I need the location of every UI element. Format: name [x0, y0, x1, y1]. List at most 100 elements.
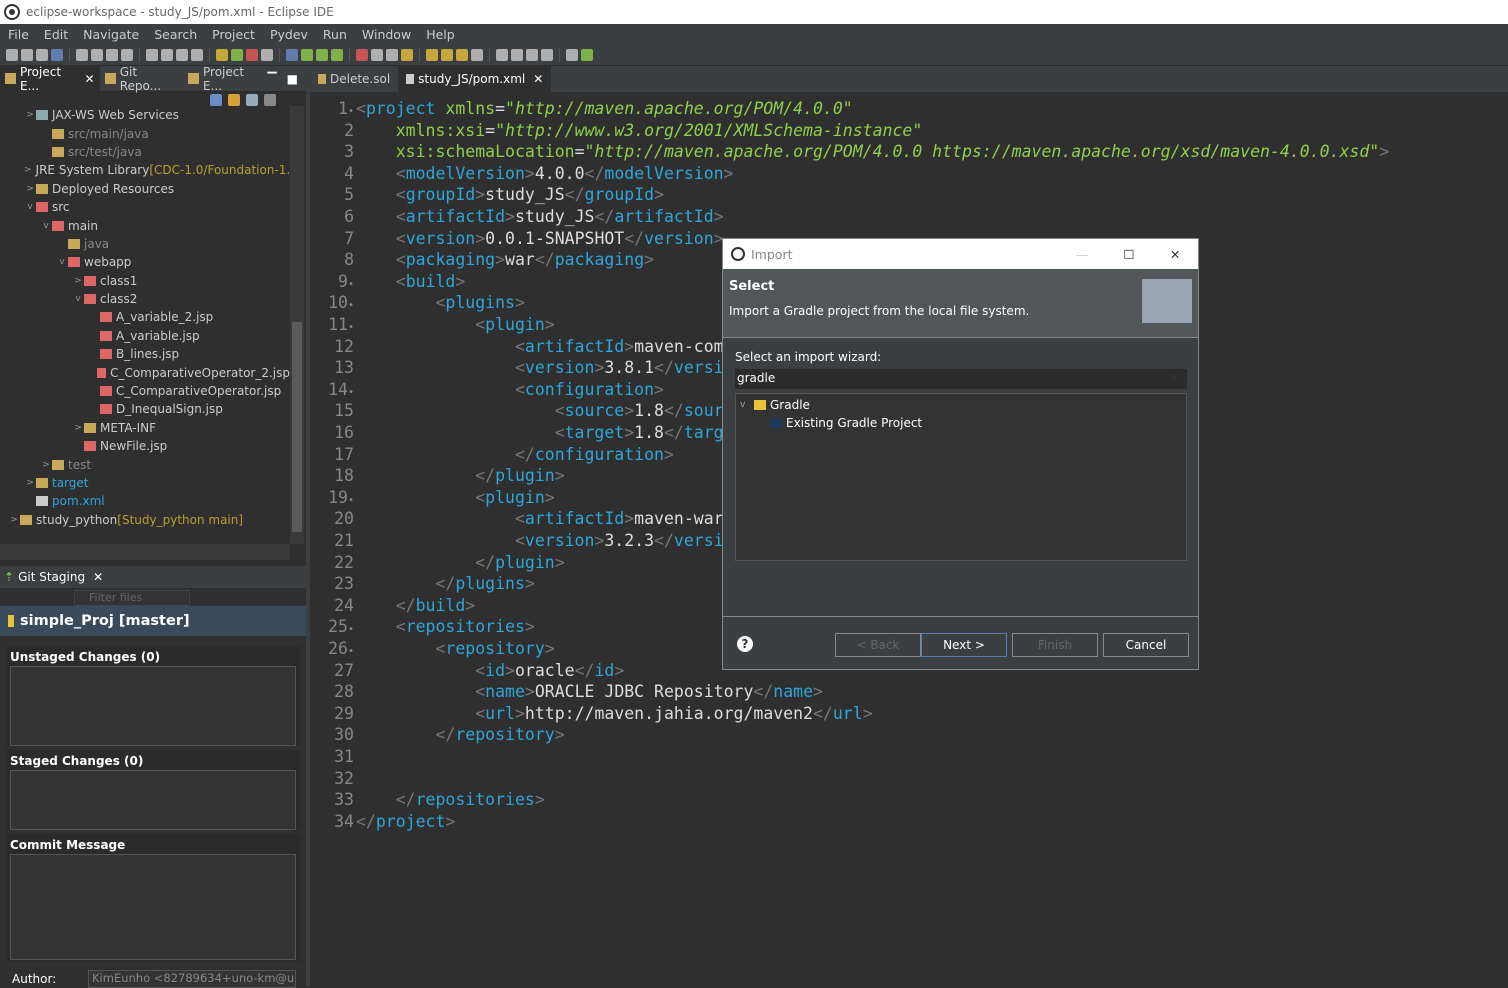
tree-item[interactable]: A_variable.jsp: [0, 327, 290, 345]
toolbar-button-icon[interactable]: [426, 48, 438, 61]
tree-item[interactable]: > JAX-WS Web Services: [0, 106, 290, 124]
toolbar-button-icon[interactable]: [176, 48, 188, 61]
menu-pydev[interactable]: Pydev: [270, 27, 308, 42]
tab-project-e-[interactable]: Project E...: [183, 65, 268, 93]
menu-help[interactable]: Help: [426, 27, 455, 42]
tab-git-repo-[interactable]: Git Repo...: [100, 65, 183, 93]
tree-item[interactable]: > test: [0, 455, 290, 473]
toolbar-button-icon[interactable]: [456, 48, 468, 61]
chevron-down-icon[interactable]: v: [24, 202, 36, 212]
minimize-icon[interactable]: —: [1076, 247, 1089, 262]
tree-item[interactable]: pom.xml: [0, 492, 290, 510]
toolbar-button-icon[interactable]: [91, 48, 103, 61]
back-button[interactable]: < Back: [835, 633, 921, 657]
toolbar-button-icon[interactable]: [146, 48, 158, 61]
tree-item[interactable]: v class2: [0, 290, 290, 308]
git-staging-tab[interactable]: ⇡ Git Staging ✕: [0, 566, 306, 588]
toolbar-button-icon[interactable]: [566, 48, 578, 61]
toolbar-button-icon[interactable]: [301, 48, 313, 61]
toolbar-button-icon[interactable]: [356, 48, 368, 61]
staged-list[interactable]: [10, 770, 296, 830]
commit-message-input[interactable]: [10, 854, 296, 960]
chevron-right-icon[interactable]: >: [24, 165, 32, 175]
toolbar-button-icon[interactable]: [36, 48, 48, 61]
chevron-right-icon[interactable]: >: [72, 276, 84, 286]
chevron-right-icon[interactable]: >: [24, 478, 36, 488]
toolbar-button-icon[interactable]: [121, 48, 133, 61]
tree-item[interactable]: v src: [0, 198, 290, 216]
toolbar-button-icon[interactable]: [21, 48, 33, 61]
toolbar-button-icon[interactable]: [191, 48, 203, 61]
help-icon[interactable]: ?: [737, 636, 753, 652]
toolbar-button-icon[interactable]: [401, 48, 413, 61]
toolbar-button-icon[interactable]: [261, 48, 273, 61]
minimize-icon[interactable]: ▔: [267, 72, 276, 86]
filter-icon[interactable]: [246, 94, 258, 106]
chevron-down-icon[interactable]: v: [72, 294, 84, 304]
tree-item[interactable]: src/test/java: [0, 143, 290, 161]
close-icon[interactable]: ✕: [85, 72, 95, 86]
chevron-right-icon[interactable]: >: [8, 515, 20, 525]
menu-search[interactable]: Search: [154, 27, 197, 42]
toolbar-button-icon[interactable]: [386, 48, 398, 61]
toolbar-button-icon[interactable]: [231, 48, 243, 61]
menu-file[interactable]: File: [8, 27, 29, 42]
toolbar-button-icon[interactable]: [216, 48, 228, 61]
tree-item[interactable]: > target: [0, 474, 290, 492]
tree-node-existing-gradle-project[interactable]: Existing Gradle Project: [736, 414, 1186, 432]
menu-edit[interactable]: Edit: [44, 27, 68, 42]
cancel-button[interactable]: Cancel: [1103, 633, 1189, 657]
tree-item[interactable]: C_ComparativeOperator.jsp: [0, 382, 290, 400]
finish-button[interactable]: Finish: [1012, 633, 1098, 657]
toolbar-button-icon[interactable]: [316, 48, 328, 61]
tree-node-gradle[interactable]: v Gradle: [736, 396, 1186, 414]
tree-item[interactable]: B_lines.jsp: [0, 345, 290, 363]
menu-run[interactable]: Run: [323, 27, 347, 42]
tree-item[interactable]: C_ComparativeOperator_2.jsp: [0, 363, 290, 381]
tree-item[interactable]: NewFile.jsp: [0, 437, 290, 455]
toolbar-button-icon[interactable]: [246, 48, 258, 61]
toolbar-button-icon[interactable]: [76, 48, 88, 61]
tab-project-e-[interactable]: Project E... ✕: [0, 65, 100, 93]
close-icon[interactable]: ✕: [93, 570, 103, 584]
tree-item[interactable]: v webapp: [0, 253, 290, 271]
toolbar-button-icon[interactable]: [286, 48, 298, 61]
chevron-down-icon[interactable]: v: [56, 257, 68, 267]
toolbar-button-icon[interactable]: [471, 48, 483, 61]
maximize-icon[interactable]: ■: [287, 72, 298, 86]
clear-search-icon[interactable]: ✕: [1169, 371, 1179, 385]
toolbar-button-icon[interactable]: [511, 48, 523, 61]
chevron-down-icon[interactable]: v: [40, 221, 52, 231]
toolbar-button-icon[interactable]: [161, 48, 173, 61]
wizard-search-input[interactable]: gradle: [735, 369, 1187, 389]
tree-item[interactable]: java: [0, 235, 290, 253]
toolbar-button-icon[interactable]: [331, 48, 343, 61]
toolbar-button-icon[interactable]: [6, 48, 18, 61]
tree-vertical-scrollbar[interactable]: [290, 106, 304, 544]
toolbar-button-icon[interactable]: [106, 48, 118, 61]
maximize-icon[interactable]: ☐: [1123, 247, 1134, 262]
menu-navigate[interactable]: Navigate: [83, 27, 139, 42]
toolbar-button-icon[interactable]: [526, 48, 538, 61]
filter-files-input[interactable]: Filter files: [74, 590, 190, 606]
toolbar-button-icon[interactable]: [371, 48, 383, 61]
link-editor-icon[interactable]: [228, 94, 240, 106]
tree-item[interactable]: > META-INF: [0, 419, 290, 437]
editor-tab[interactable]: study_JS/pom.xml ✕: [398, 66, 552, 92]
menu-window[interactable]: Window: [362, 27, 411, 42]
view-menu-icon[interactable]: [264, 94, 276, 106]
toolbar-button-icon[interactable]: [581, 48, 593, 61]
chevron-right-icon[interactable]: >: [40, 460, 52, 470]
tree-item[interactable]: > study_python [Study_python main]: [0, 511, 290, 529]
toolbar-button-icon[interactable]: [541, 48, 553, 61]
tree-item[interactable]: src/main/java: [0, 124, 290, 142]
tree-item[interactable]: > Deployed Resources: [0, 180, 290, 198]
close-icon[interactable]: ✕: [533, 72, 543, 86]
toolbar-button-icon[interactable]: [496, 48, 508, 61]
chevron-right-icon[interactable]: >: [72, 423, 84, 433]
tree-horizontal-scrollbar[interactable]: [0, 544, 290, 560]
tree-item[interactable]: v main: [0, 216, 290, 234]
chevron-right-icon[interactable]: >: [24, 110, 36, 120]
editor-tab[interactable]: Delete.sol: [310, 66, 398, 92]
tree-item[interactable]: D_InequalSign.jsp: [0, 400, 290, 418]
